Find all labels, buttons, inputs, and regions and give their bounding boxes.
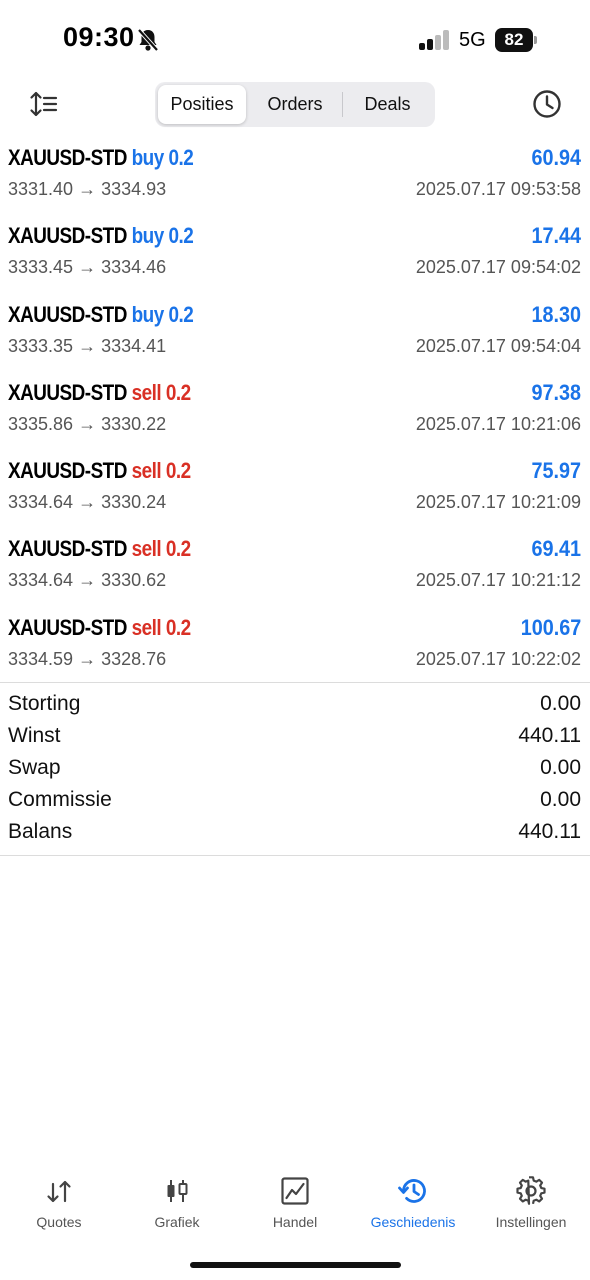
deal-prices: 3335.86 → 3330.22 xyxy=(8,413,167,434)
network-type: 5G xyxy=(459,29,486,51)
deal-time: 2025.07.17 10:21:12 xyxy=(415,570,581,591)
summary-value: 440.11 xyxy=(518,820,581,843)
deal-symbol: XAUUSD-STD xyxy=(8,301,127,327)
deal-row[interactable]: XAUUSD-STD sell 0.2 100.67 3334.59 → 332… xyxy=(0,610,590,688)
summary-label: Commissie xyxy=(8,788,112,811)
trade-icon xyxy=(281,1177,309,1205)
deal-row[interactable]: XAUUSD-STD buy 0.2 60.94 3331.40 → 3334.… xyxy=(0,140,590,218)
deal-time: 2025.07.17 09:54:02 xyxy=(415,257,581,278)
history-icon xyxy=(398,1179,426,1203)
tab-geschiedenis[interactable]: Geschiedenis xyxy=(354,1170,472,1240)
deal-symbol: XAUUSD-STD xyxy=(8,614,127,640)
deal-direction: sell 0.2 xyxy=(131,614,192,640)
summary-label: Balans xyxy=(8,820,73,843)
deal-prices: 3331.40 → 3334.93 xyxy=(8,179,167,199)
summary-divider-bottom xyxy=(0,855,590,856)
deal-time: 2025.07.17 09:54:04 xyxy=(415,335,581,356)
deal-row[interactable]: XAUUSD-STD sell 0.2 69.41 3334.64 → 3330… xyxy=(0,531,590,609)
deal-profit: 69.41 xyxy=(531,536,581,562)
deal-direction: sell 0.2 xyxy=(131,458,192,484)
tab-handel[interactable]: Handel xyxy=(236,1170,354,1240)
status-bar: 09:30 5G 82 xyxy=(0,0,590,80)
deal-prices: 3333.45 → 3334.46 xyxy=(8,257,167,278)
tab-label: Handel xyxy=(272,1214,318,1230)
settings-icon xyxy=(516,1176,546,1205)
summary-label: Storting xyxy=(8,692,81,715)
summary-label: Winst xyxy=(8,724,61,747)
deal-profit: 17.44 xyxy=(531,223,581,249)
bottom-tab-bar: Quotes Grafiek Handel Geschiedenis Inste… xyxy=(0,1170,590,1240)
deal-prices: 3334.64 → 3330.24 xyxy=(8,492,167,513)
deal-time: 2025.07.17 10:21:09 xyxy=(415,492,581,513)
cell-signal-icon xyxy=(419,30,451,50)
tab-posities[interactable]: Posities xyxy=(158,85,246,124)
deal-profit: 60.94 xyxy=(531,145,581,170)
deal-row[interactable]: XAUUSD-STD sell 0.2 75.97 3334.64 → 3330… xyxy=(0,453,590,531)
battery-icon: 82 xyxy=(495,28,537,52)
summary-section: Storting 0.00 Winst 440.11 Swap 0.00 Com… xyxy=(0,688,590,848)
tab-label: Quotes xyxy=(36,1214,82,1230)
deal-direction: sell 0.2 xyxy=(131,379,192,405)
deal-symbol: XAUUSD-STD xyxy=(8,379,127,405)
deal-symbol: XAUUSD-STD xyxy=(8,223,127,249)
home-indicator xyxy=(190,1262,401,1268)
tab-quotes[interactable]: Quotes xyxy=(0,1170,118,1240)
battery-level: 82 xyxy=(495,28,533,52)
deal-symbol: XAUUSD-STD xyxy=(8,145,127,170)
summary-divider-top xyxy=(0,682,590,683)
deal-prices: 3333.35 → 3334.41 xyxy=(8,335,167,356)
tab-grafiek[interactable]: Grafiek xyxy=(118,1170,236,1240)
status-time: 09:30 xyxy=(63,22,135,52)
chart-icon xyxy=(167,1180,188,1202)
summary-value: 0.00 xyxy=(540,756,581,779)
deal-symbol: XAUUSD-STD xyxy=(8,536,127,562)
summary-row-swap: Swap 0.00 xyxy=(0,752,590,784)
summary-value: 0.00 xyxy=(540,692,581,715)
deal-row[interactable]: XAUUSD-STD buy 0.2 18.30 3333.35 → 3334.… xyxy=(0,297,590,375)
deal-profit: 97.38 xyxy=(531,379,581,405)
deals-list: XAUUSD-STD buy 0.2 60.94 3331.40 → 3334.… xyxy=(0,140,590,688)
deal-direction: buy 0.2 xyxy=(131,145,194,170)
clock-icon[interactable] xyxy=(531,88,563,120)
deal-direction: sell 0.2 xyxy=(131,536,192,562)
deal-profit: 18.30 xyxy=(531,301,581,327)
deal-profit: 100.67 xyxy=(520,614,581,640)
summary-row-commissie: Commissie 0.00 xyxy=(0,784,590,816)
summary-value: 0.00 xyxy=(540,788,581,811)
summary-row-winst: Winst 440.11 xyxy=(0,720,590,752)
deal-row[interactable]: XAUUSD-STD sell 0.2 97.38 3335.86 → 3330… xyxy=(0,375,590,453)
tab-instellingen[interactable]: Instellingen xyxy=(472,1170,590,1240)
deal-prices: 3334.59 → 3328.76 xyxy=(8,648,167,669)
bell-muted-icon xyxy=(137,28,159,52)
quotes-icon xyxy=(47,1180,71,1203)
deal-time: 2025.07.17 10:21:06 xyxy=(415,413,581,434)
tab-orders[interactable]: Orders xyxy=(249,85,341,124)
history-mode-segmented-control: Posities Orders Deals xyxy=(155,82,435,127)
deal-direction: buy 0.2 xyxy=(131,301,194,327)
tab-deals[interactable]: Deals xyxy=(343,85,432,124)
summary-label: Swap xyxy=(8,756,61,779)
deal-prices: 3334.64 → 3330.62 xyxy=(8,570,167,591)
deal-row[interactable]: XAUUSD-STD buy 0.2 17.44 3333.45 → 3334.… xyxy=(0,218,590,296)
sort-icon[interactable] xyxy=(28,88,60,120)
tab-label: Grafiek xyxy=(154,1214,200,1230)
history-header: Posities Orders Deals xyxy=(0,80,590,132)
deal-symbol: XAUUSD-STD xyxy=(8,458,127,484)
summary-row-balans: Balans 440.11 xyxy=(0,816,590,848)
summary-value: 440.11 xyxy=(518,724,581,747)
deal-direction: buy 0.2 xyxy=(131,223,194,249)
deal-time: 2025.07.17 09:53:58 xyxy=(415,179,581,199)
tab-label: Geschiedenis xyxy=(370,1214,456,1230)
summary-row-storting: Storting 0.00 xyxy=(0,688,590,720)
deal-time: 2025.07.17 10:22:02 xyxy=(415,648,581,669)
deal-profit: 75.97 xyxy=(531,458,581,484)
tab-label: Instellingen xyxy=(495,1214,567,1230)
